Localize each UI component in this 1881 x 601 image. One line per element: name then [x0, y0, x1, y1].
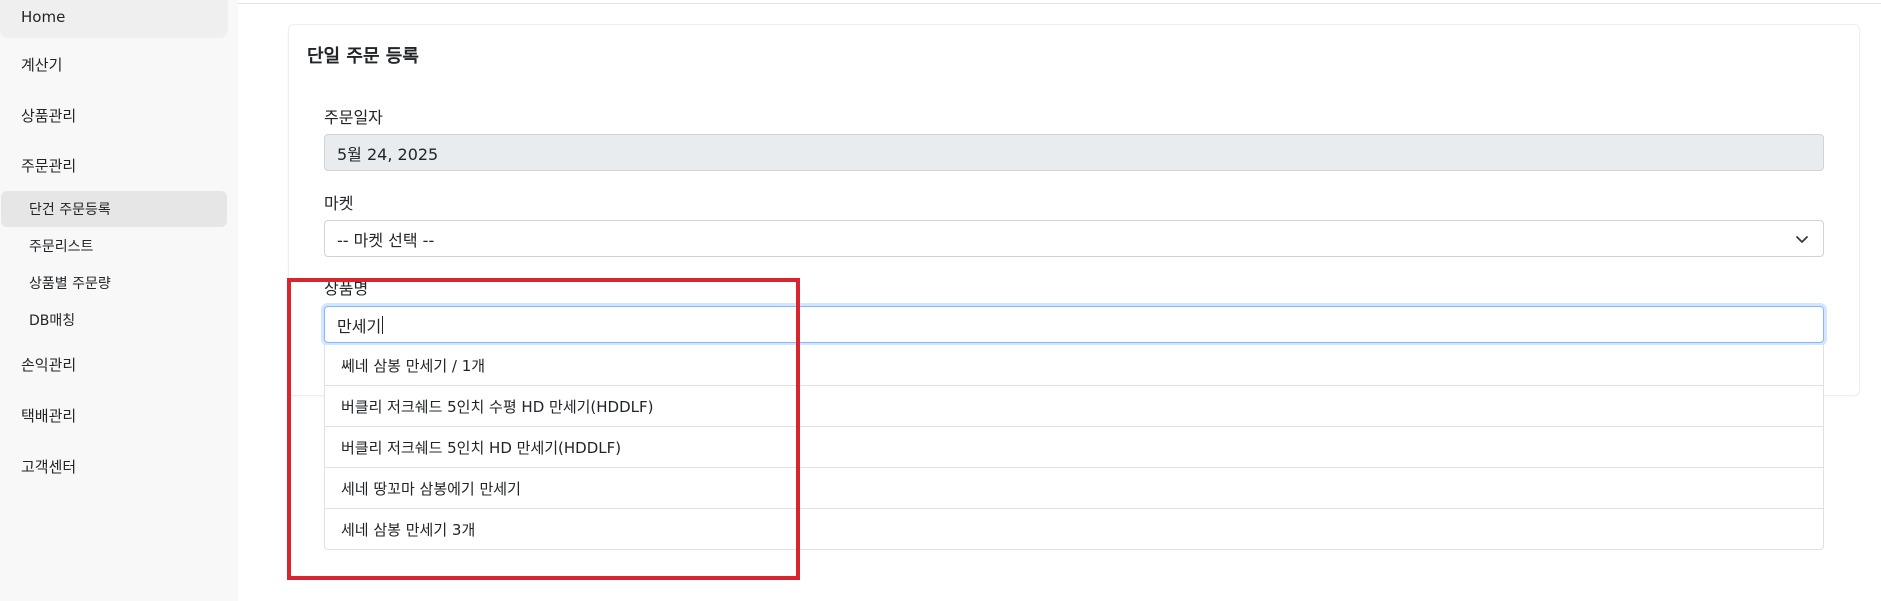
- page-title: 단일 주문 등록: [307, 46, 419, 67]
- product-suggestions-dropdown: 쎄네 삼봉 만세기 / 1개 버클리 저크쉐드 5인치 수평 HD 만세기(HD…: [324, 345, 1824, 550]
- order-date-field: 5월 24, 2025: [324, 134, 1824, 171]
- sidebar-item-customer-center[interactable]: 고객센터: [0, 450, 228, 482]
- sidebar-item-products[interactable]: 상품관리: [0, 99, 228, 131]
- suggestion-item[interactable]: 세네 삼봉 만세기 3개: [325, 509, 1823, 550]
- sidebar-item-delivery[interactable]: 택배관리: [0, 399, 228, 431]
- sidebar-subitem-order-list[interactable]: 주문리스트: [1, 228, 227, 264]
- sidebar-subitem-db-matching[interactable]: DB매칭: [1, 302, 227, 338]
- suggestion-item[interactable]: 쎄네 삼봉 만세기 / 1개: [325, 345, 1823, 386]
- sidebar-subitem-orders-by-product[interactable]: 상품별 주문량: [1, 265, 227, 301]
- market-label: 마켓: [324, 194, 354, 213]
- suggestion-item[interactable]: 버클리 저크쉐드 5인치 HD 만세기(HDDLF): [325, 427, 1823, 468]
- suggestion-item[interactable]: 세네 땅꼬마 삼봉에기 만세기: [325, 468, 1823, 509]
- text-cursor: [382, 315, 384, 334]
- product-name-label: 상품명: [324, 279, 369, 298]
- sidebar-item-calculator[interactable]: 계산기: [0, 48, 228, 80]
- chevron-down-icon: [1796, 236, 1808, 243]
- sidebar-item-orders[interactable]: 주문관리: [0, 149, 228, 181]
- header-divider: [238, 3, 1881, 4]
- suggestion-item[interactable]: 버클리 저크쉐드 5인치 수평 HD 만세기(HDDLF): [325, 386, 1823, 427]
- order-date-value: 5월 24, 2025: [337, 144, 439, 164]
- sidebar-subitem-single-order[interactable]: 단건 주문등록: [1, 191, 227, 227]
- product-name-value: 만세기: [337, 316, 382, 336]
- sidebar-item-home[interactable]: Home: [0, 0, 228, 38]
- market-select-value: -- 마켓 선택 --: [337, 230, 435, 250]
- sidebar: Home 계산기 상품관리 주문관리 단건 주문등록 주문리스트 상품별 주문량…: [0, 0, 238, 601]
- sidebar-item-profit[interactable]: 손익관리: [0, 348, 228, 380]
- order-date-label: 주문일자: [324, 108, 383, 127]
- product-name-input[interactable]: 만세기: [324, 306, 1824, 343]
- market-select[interactable]: -- 마켓 선택 --: [324, 220, 1824, 257]
